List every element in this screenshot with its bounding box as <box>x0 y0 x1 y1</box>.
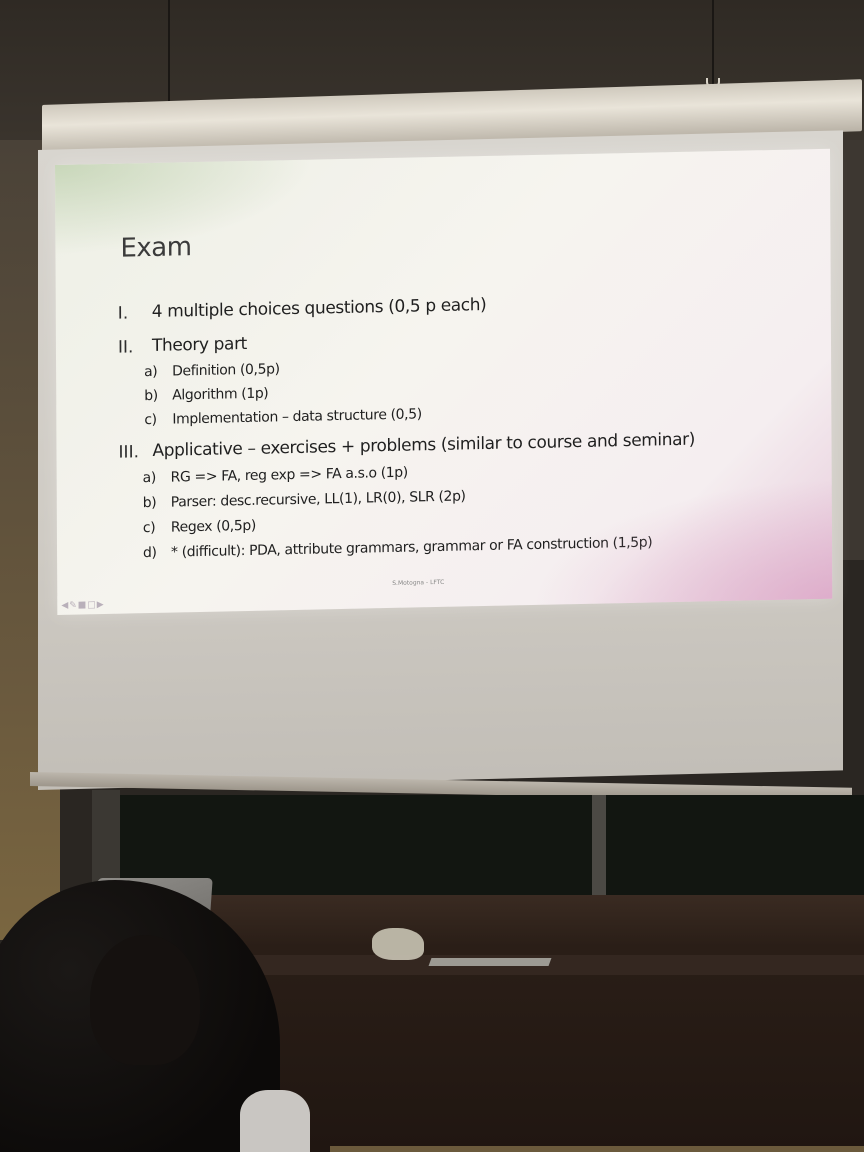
subitem-text: Parser: desc.recursive, LL(1), LR(0), SL… <box>170 488 466 511</box>
item-numeral: III. <box>118 442 140 463</box>
subitem-letter: c) <box>142 519 156 537</box>
item-numeral: II. <box>117 337 134 358</box>
paper-sheet <box>428 958 552 966</box>
item-numeral: I. <box>117 303 129 324</box>
chalkboard <box>118 795 864 900</box>
plastic-bag <box>372 928 424 960</box>
slide-title: Exam <box>120 232 192 264</box>
floor-strip <box>330 1146 864 1152</box>
item-text: Theory part <box>151 333 247 356</box>
screen-cable-left <box>168 0 170 112</box>
subitem-text: RG => FA, reg exp => FA a.s.o (1p) <box>170 464 408 486</box>
subitem-letter: c) <box>144 411 157 429</box>
lecture-room-scene: ● Exam I. 4 multiple choices questions (… <box>0 0 864 1152</box>
subitem-letter: b) <box>142 494 157 512</box>
projected-slide: Exam I. 4 multiple choices questions (0,… <box>55 148 833 615</box>
subitem-text: * (difficult): PDA, attribute grammars, … <box>170 534 653 561</box>
item-text: 4 multiple choices questions (0,5 p each… <box>151 294 487 322</box>
student-head-silhouette <box>90 935 200 1065</box>
chalkboard-divider <box>592 795 606 903</box>
slide-footer: S.Motogna - LFTC <box>392 578 445 587</box>
subitem-text: Definition (0,5p) <box>172 361 280 380</box>
screen-cable-right <box>712 0 714 85</box>
subitem-text: Algorithm (1p) <box>172 385 269 404</box>
subitem-letter: b) <box>144 387 158 405</box>
subitem-letter: d) <box>142 544 157 562</box>
subitem-letter: a) <box>142 469 156 487</box>
subitem-letter: a) <box>144 363 158 381</box>
slide-navigation-icons: ◀✎■□▶ <box>61 599 105 611</box>
subitem-text: Regex (0,5p) <box>170 517 256 536</box>
student-shirt <box>240 1090 310 1152</box>
item-text: Applicative – exercises + problems (simi… <box>152 429 695 461</box>
subitem-text: Implementation – data structure (0,5) <box>172 406 422 428</box>
